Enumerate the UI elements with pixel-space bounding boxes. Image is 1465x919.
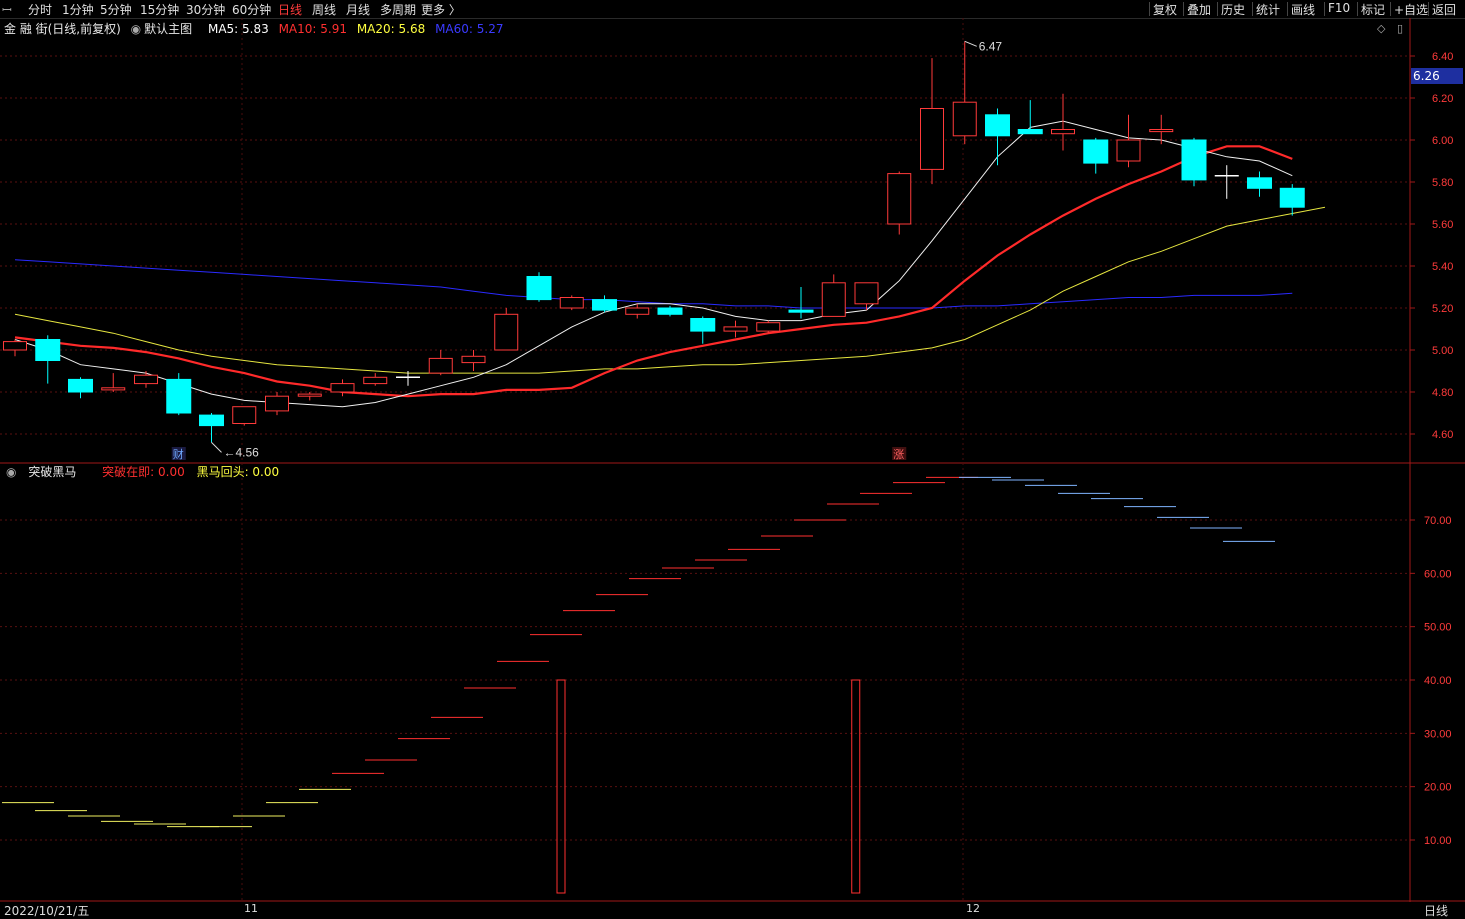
month-label-12: 12 xyxy=(966,902,980,915)
candle-body-up xyxy=(1051,129,1075,135)
cai-marker: 财 xyxy=(173,447,184,461)
sub-axis-label: 40.00 xyxy=(1424,675,1452,687)
high-label: 6.47 xyxy=(979,39,1003,53)
candle-body-down xyxy=(1247,177,1272,189)
high-pointer xyxy=(964,40,977,47)
candle-body-up xyxy=(1116,139,1141,162)
candle-body-up xyxy=(952,101,977,137)
candle-body-down xyxy=(526,276,552,301)
chart-canvas[interactable]: 6.40 6.20 6.00 5.80 5.60 5.40 5.20 5.00 4.80 4.60… xyxy=(0,0,1465,919)
candle-body-up xyxy=(428,357,453,374)
candle-body-down xyxy=(1181,139,1207,181)
candle-body-up xyxy=(887,173,912,225)
ma60-line xyxy=(14,259,1293,309)
price-axis-label: 5.00 xyxy=(1432,345,1453,357)
indicator-breakout: 突破在即: 0.00 xyxy=(102,465,185,479)
month-label-11: 11 xyxy=(244,902,258,915)
price-axis-label: 5.20 xyxy=(1432,303,1453,315)
indicator-legend: ◉ 突破黑马 突破在即: 0.00 黑马回头: 0.00 xyxy=(6,463,287,480)
sub-axis-label: 70.00 xyxy=(1424,515,1452,527)
candle-body-down xyxy=(1083,139,1109,164)
candle-body-down xyxy=(1279,187,1305,208)
candle-body-up xyxy=(101,387,126,391)
candle-body-down xyxy=(985,114,1010,137)
ma5-line xyxy=(14,120,1293,408)
candle-body-down xyxy=(166,378,192,414)
candle-body-up xyxy=(1149,129,1174,133)
candle-body-up xyxy=(3,341,27,351)
candle-body-up xyxy=(559,297,584,309)
sub-axis-label: 10.00 xyxy=(1424,835,1452,847)
sub-axis-label: 30.00 xyxy=(1424,728,1452,740)
indicator-settings-icon[interactable]: ◉ xyxy=(6,465,16,479)
candle-body-up xyxy=(920,108,944,170)
price-axis-label: 4.80 xyxy=(1432,387,1453,399)
candle-body-up xyxy=(461,355,486,364)
candle-body-up xyxy=(134,374,158,385)
price-axis-label: 6.20 xyxy=(1432,93,1453,105)
candle-body-up xyxy=(723,326,748,332)
price-axis-label: 6.00 xyxy=(1432,135,1453,147)
candle-body-up xyxy=(821,282,846,317)
low-pointer xyxy=(211,442,222,453)
price-axis-label: 5.80 xyxy=(1432,177,1453,189)
price-axis-label: 5.60 xyxy=(1432,219,1453,231)
time-axis-bar xyxy=(0,902,1465,919)
indicator-pullback: 黑马回头: 0.00 xyxy=(196,465,280,479)
candle-body-up xyxy=(854,282,879,305)
current-price-badge: 6.26 xyxy=(1411,68,1463,84)
ma20-line xyxy=(14,206,1326,374)
candle-body-down xyxy=(68,378,93,393)
ma10-line xyxy=(14,145,1293,398)
candle-body-down xyxy=(1017,129,1043,135)
candle-body-down xyxy=(657,307,683,315)
candle-body-up xyxy=(265,395,289,412)
sub-axis-label: 60.00 xyxy=(1424,568,1452,580)
candle-body-down xyxy=(690,318,716,332)
price-axis-label: 6.40 xyxy=(1432,51,1453,63)
candle-body-up xyxy=(232,406,257,425)
candle-body-down xyxy=(199,414,224,427)
price-axis-label: 5.40 xyxy=(1432,261,1453,273)
candle-body-down xyxy=(592,299,617,311)
period-indicator[interactable]: 日线 xyxy=(1424,902,1448,919)
sub-axis-label: 50.00 xyxy=(1424,622,1452,634)
indicator-name[interactable]: 突破黑马 xyxy=(28,465,76,479)
cursor-date: 2022/10/21/五 xyxy=(4,904,90,918)
price-axis-label: 4.60 xyxy=(1432,429,1453,441)
candle-body-up xyxy=(363,376,388,385)
candle-body-up xyxy=(330,383,355,393)
sub-axis-label: 20.00 xyxy=(1424,782,1452,794)
zhang-marker: 涨 xyxy=(893,448,904,461)
candle-body-down xyxy=(35,339,61,361)
candle-body-up xyxy=(756,322,781,332)
low-label: ←4.56 xyxy=(224,445,260,459)
candle-body-up xyxy=(625,307,650,315)
candle-body-up xyxy=(494,313,519,351)
candle-body-up xyxy=(297,393,322,397)
candle-body-down xyxy=(788,309,814,313)
